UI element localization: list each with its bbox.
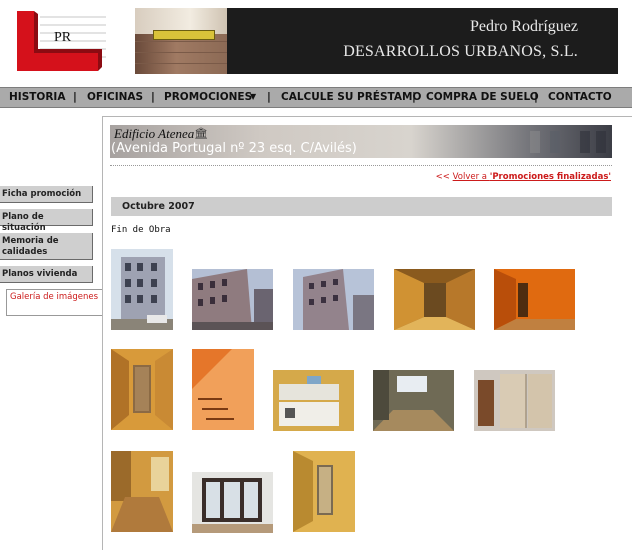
nav-separator: |	[267, 91, 271, 103]
sidebar-item-plano-situacion[interactable]: Plano de situación	[0, 209, 93, 233]
photo-thumbnail[interactable]	[293, 269, 374, 330]
photo-thumbnail[interactable]	[394, 269, 475, 330]
logo-letters: PR	[54, 30, 72, 45]
photo-thumbnail[interactable]	[111, 451, 173, 532]
spirit-level-icon	[153, 30, 215, 40]
nav-separator: |	[73, 91, 77, 103]
company-logo[interactable]: PR	[14, 9, 108, 75]
photo-thumbnail[interactable]	[192, 472, 273, 533]
back-link-row: << Volver a 'Promociones finalizadas'	[436, 172, 611, 182]
status-text: Fin de Obra	[111, 225, 171, 235]
banner-brick-wall	[135, 8, 227, 74]
photo-thumbnail[interactable]	[273, 370, 354, 431]
main-nav: HISTORIA | OFICINAS | PROMOCIONES ▼ | CA…	[0, 87, 632, 108]
sidebar-item-ficha[interactable]: Ficha promoción	[0, 186, 93, 203]
sidebar-item-memoria-calidades[interactable]: Memoria de calidades	[0, 233, 93, 260]
photo-thumbnail[interactable]	[111, 249, 173, 330]
nav-promociones[interactable]: PROMOCIONES	[164, 91, 252, 103]
nav-calcule-prestamo[interactable]: CALCULE SU PRÉSTAMO	[281, 91, 421, 103]
owner-name: Pedro Rodríguez	[470, 18, 578, 35]
sidebar-item-planos-vivienda[interactable]: Planos vivienda	[0, 266, 93, 283]
photo-thumbnail[interactable]	[373, 370, 454, 431]
nav-separator: |	[412, 91, 416, 103]
month-heading: Octubre 2007	[111, 197, 612, 216]
nav-compra-suelo[interactable]: COMPRA DE SUELO	[426, 91, 539, 103]
nav-separator: |	[151, 91, 155, 103]
sidebar-item-galeria[interactable]: Galería de imágenes	[6, 289, 103, 316]
photo-thumbnail[interactable]	[192, 269, 273, 330]
nav-historia[interactable]: HISTORIA	[9, 91, 65, 103]
nav-separator: |	[534, 91, 538, 103]
header-banner: Pedro Rodríguez DESARROLLOS URBANOS, S.L…	[135, 8, 618, 74]
divider	[110, 165, 612, 166]
photo-thumbnail[interactable]	[192, 349, 254, 430]
back-arrows: <<	[435, 172, 450, 182]
company-name: DESARROLLOS URBANOS, S.L.	[343, 43, 578, 60]
building-address: (Avenida Portugal nº 23 esq. C/Avilés)	[111, 141, 357, 156]
photo-thumbnail[interactable]	[474, 370, 555, 431]
photo-thumbnail[interactable]	[494, 269, 575, 330]
back-link-target: 'Promociones finalizadas'	[489, 172, 611, 182]
nav-contacto[interactable]: CONTACTO	[548, 91, 612, 103]
nav-oficinas[interactable]: OFICINAS	[87, 91, 143, 103]
back-link[interactable]: Volver a 'Promociones finalizadas'	[453, 172, 611, 182]
photo-thumbnail[interactable]	[111, 349, 173, 430]
photo-thumbnail[interactable]	[293, 451, 355, 532]
column-icon: 🏛	[194, 127, 208, 140]
building-name: Edificio Atenea	[114, 126, 195, 141]
chevron-down-icon[interactable]: ▼	[250, 92, 256, 101]
promotion-banner: Edificio Atenea 🏛 (Avenida Portugal nº 2…	[110, 125, 612, 158]
